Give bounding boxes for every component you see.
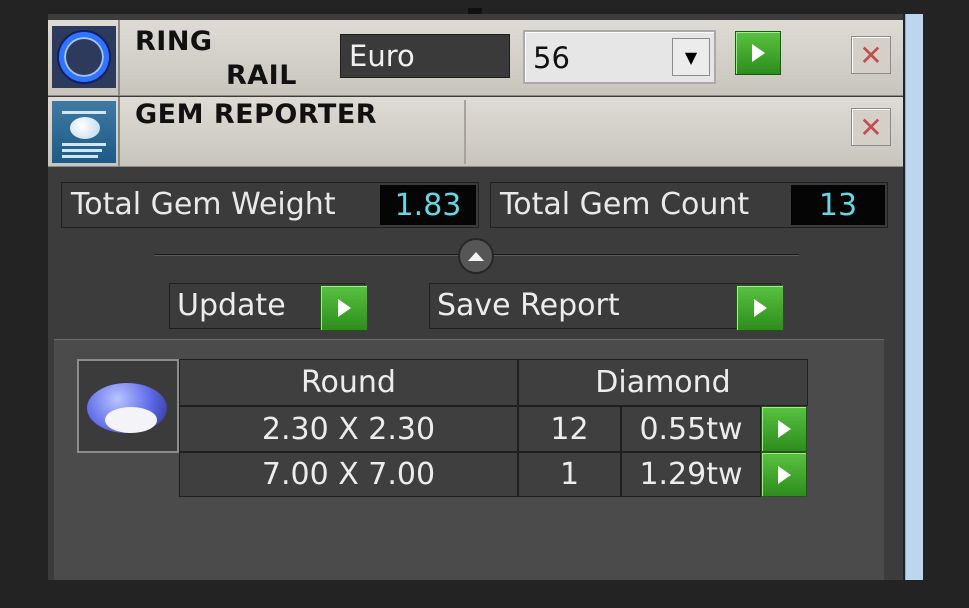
ring-rail-title-line1: RING (135, 26, 213, 57)
table-row-go-button[interactable] (761, 452, 807, 497)
table-row-go-button[interactable] (761, 406, 807, 452)
save-report-button[interactable]: Save Report (429, 283, 784, 331)
total-gem-count: Total Gem Count 13 (490, 182, 888, 228)
close-icon: ✕ (859, 110, 883, 144)
close-icon: ✕ (859, 38, 883, 72)
close-ring-rail-button[interactable]: ✕ (851, 36, 891, 74)
save-report-go-button[interactable] (736, 285, 784, 331)
table-row-size: 2.30 X 2.30 (179, 406, 518, 452)
total-gem-count-label: Total Gem Count (500, 187, 750, 222)
table-row-weight: 1.29tw (621, 452, 761, 497)
gem-reporter-title: GEM REPORTER (135, 99, 378, 130)
chevron-down-icon[interactable]: ▼ (672, 38, 710, 76)
ring-rail-title-line2: RAIL (226, 60, 297, 91)
total-gem-weight-label: Total Gem Weight (71, 187, 336, 222)
save-report-button-label: Save Report (437, 288, 620, 323)
ring-size-select[interactable]: 56 ▼ (523, 30, 716, 84)
update-button-label: Update (177, 288, 286, 323)
update-button[interactable]: Update (169, 283, 368, 331)
total-gem-count-value: 13 (791, 185, 885, 225)
currency-field[interactable]: Euro (340, 34, 510, 78)
vertical-scrollbar[interactable] (905, 14, 923, 580)
play-icon (777, 465, 791, 484)
play-icon (751, 44, 765, 62)
play-icon (777, 420, 791, 438)
header-divider (118, 20, 120, 96)
collapse-button[interactable] (458, 238, 494, 274)
round-gem-icon (77, 359, 179, 453)
table-row-size: 7.00 X 7.00 (179, 452, 518, 497)
ring-size-value: 56 (533, 41, 570, 75)
total-gem-weight: Total Gem Weight 1.83 (61, 182, 479, 228)
collapse-up-icon (468, 251, 484, 261)
table-row-count: 1 (518, 452, 621, 497)
gem-reporter-icon (52, 101, 116, 163)
ring-icon (52, 26, 116, 88)
play-icon (337, 299, 351, 317)
total-gem-weight-value: 1.83 (380, 185, 476, 225)
table-header-gem-type: Diamond (518, 359, 808, 406)
header-divider (464, 100, 466, 164)
table-row-weight: 0.55tw (621, 406, 761, 452)
close-gem-reporter-button[interactable]: ✕ (851, 108, 891, 146)
play-icon (753, 299, 767, 317)
table-row-count: 12 (518, 406, 621, 452)
ring-rail-go-button[interactable] (735, 31, 781, 75)
update-go-button[interactable] (320, 285, 368, 331)
header-divider (118, 97, 120, 167)
table-header-shape: Round (179, 359, 518, 406)
